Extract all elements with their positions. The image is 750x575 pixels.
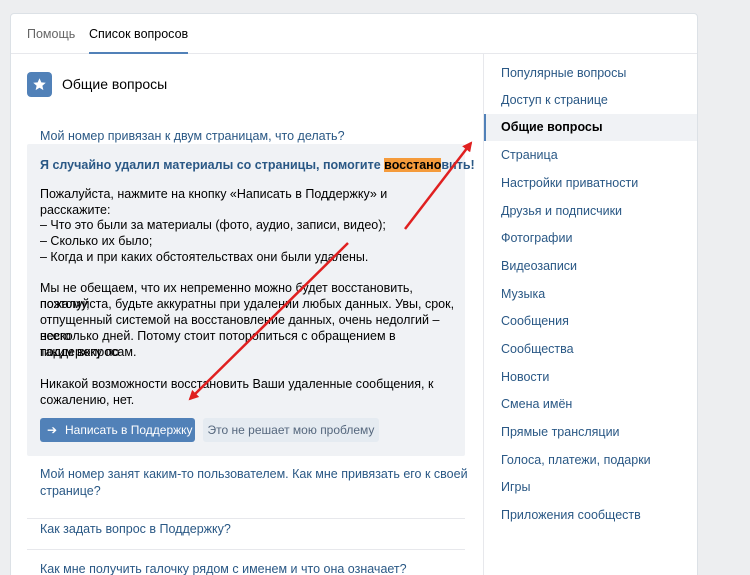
sidebar: Популярные вопросы Доступ к странице Общ…: [483, 54, 697, 575]
sidebar-item-friends[interactable]: Друзья и подписчики: [484, 198, 697, 225]
answer-list-item: – Когда и при каких обстоятельствах они …: [40, 250, 369, 264]
divider: [27, 518, 465, 519]
not-helpful-button[interactable]: Это не решает мою проблему: [203, 418, 379, 442]
question-link[interactable]: Как задать вопрос в Поддержку?: [40, 521, 231, 538]
sidebar-item-general[interactable]: Общие вопросы: [484, 114, 697, 141]
help-card: Помощь Список вопросов Общие вопросы Мой…: [10, 13, 698, 575]
search-highlight: восстано: [384, 158, 442, 172]
expanded-answer: Я случайно удалил материалы со страницы,…: [27, 144, 475, 456]
tab-bar: Помощь Список вопросов: [11, 14, 697, 54]
sidebar-item-payments[interactable]: Голоса, платежи, подарки: [484, 447, 697, 474]
sidebar-item-communities[interactable]: Сообщества: [484, 336, 697, 363]
tab-help[interactable]: Помощь: [27, 14, 75, 54]
sidebar-item-page[interactable]: Страница: [484, 142, 697, 169]
answer-paragraph-line: Никакой возможности восстановить Ваши уд…: [40, 377, 434, 391]
question-link[interactable]: Мой номер привязан к двум страницам, что…: [40, 128, 345, 145]
answer-paragraph-line: таким вопросам.: [40, 345, 137, 359]
sidebar-item-messages[interactable]: Сообщения: [484, 308, 697, 335]
sidebar-item-music[interactable]: Музыка: [484, 281, 697, 308]
sidebar-item-photos[interactable]: Фотографии: [484, 225, 697, 252]
answer-paragraph-line: пожалуйста, будьте аккуратны при удалени…: [40, 297, 455, 311]
sidebar-item-page-access[interactable]: Доступ к странице: [484, 87, 697, 114]
sidebar-item-games[interactable]: Игры: [484, 474, 697, 501]
main-content: Общие вопросы Мой номер привязан к двум …: [11, 54, 482, 575]
star-icon: [27, 71, 52, 97]
answer-list-item: – Сколько их было;: [40, 234, 153, 248]
sidebar-item-privacy[interactable]: Настройки приватности: [484, 170, 697, 197]
tab-questions-list[interactable]: Список вопросов: [89, 14, 189, 54]
question-link[interactable]: Как мне получить галочку рядом с именем …: [40, 561, 407, 575]
divider: [27, 549, 465, 550]
answer-paragraph-line: сожалению, нет.: [40, 393, 135, 407]
sidebar-item-apps[interactable]: Приложения сообществ: [484, 502, 697, 529]
sidebar-item-name-change[interactable]: Смена имён: [484, 391, 697, 418]
arrow-right-icon: ➔: [47, 423, 58, 437]
section-title: Общие вопросы: [62, 76, 168, 92]
sidebar-item-popular[interactable]: Популярные вопросы: [484, 60, 697, 87]
answer-title[interactable]: Я случайно удалил материалы со страницы,…: [40, 158, 475, 172]
write-support-button[interactable]: ➔ Написать в Поддержку: [40, 418, 195, 442]
answer-list-item: – Что это были за материалы (фото, аудио…: [40, 218, 386, 232]
sidebar-item-live[interactable]: Прямые трансляции: [484, 419, 697, 446]
section-header: Общие вопросы: [27, 71, 167, 97]
question-link[interactable]: Мой номер занят каким-то пользователем. …: [40, 466, 468, 500]
answer-paragraph: Пожалуйста, нажмите на кнопку «Написать …: [40, 187, 388, 217]
sidebar-item-news[interactable]: Новости: [484, 364, 697, 391]
sidebar-item-videos[interactable]: Видеозаписи: [484, 253, 697, 280]
